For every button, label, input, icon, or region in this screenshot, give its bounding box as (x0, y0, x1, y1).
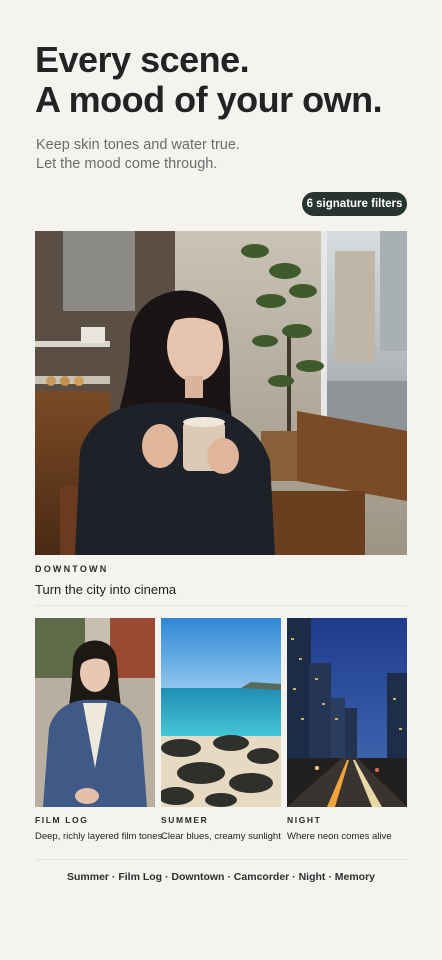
headline-line-1: Every scene. (35, 39, 250, 80)
summer-caption: Clear blues, creamy sunlight (161, 831, 281, 842)
night-photo (287, 618, 407, 807)
cafe-scene-image (35, 231, 407, 555)
summer-category: SUMMER (161, 815, 209, 825)
headline-line-2: A mood of your own. (35, 79, 383, 120)
downtown-hero-photo (35, 231, 407, 555)
portrait-image (35, 618, 155, 807)
night-caption: Where neon comes alive (287, 831, 392, 842)
film-log-category: FILM LOG (35, 815, 89, 825)
headline: Every scene. A mood of your own. (35, 39, 383, 120)
hero-caption: Turn the city into cinema (35, 582, 177, 597)
city-night-image (287, 618, 407, 807)
beach-image (161, 618, 281, 807)
filter-card-night: NIGHT Where neon comes alive (287, 618, 407, 842)
divider (35, 859, 407, 860)
subtitle-line-2: Let the mood come through. (36, 156, 218, 172)
subtitle-line-1: Keep skin tones and water true. (36, 137, 240, 153)
film-log-photo (35, 618, 155, 807)
divider (35, 605, 407, 606)
subtitle: Keep skin tones and water true. Let the … (36, 136, 240, 174)
filter-names-list: Summer · Film Log · Downtown · Camcorder… (66, 871, 375, 883)
filter-card-film-log: FILM LOG Deep, richly layered film tones (35, 618, 163, 842)
filters-count-badge: 6 signature filters (302, 192, 407, 216)
film-log-caption: Deep, richly layered film tones (35, 831, 163, 842)
summer-photo (161, 618, 281, 807)
filters-showcase-page: Every scene. A mood of your own. Keep sk… (0, 0, 442, 960)
hero-category-label: DOWNTOWN (35, 564, 109, 574)
filter-card-summer: SUMMER Clear blues, creamy sunlight (161, 618, 281, 842)
night-category: NIGHT (287, 815, 322, 825)
